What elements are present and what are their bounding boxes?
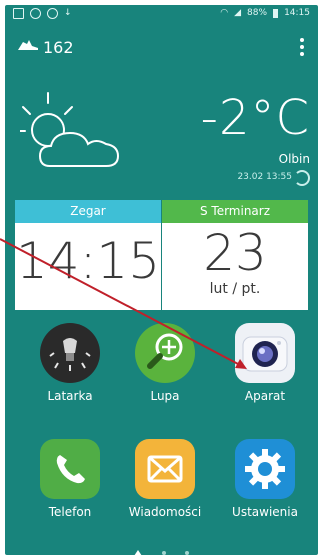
camera-icon bbox=[235, 323, 295, 383]
weather-city: Olbin bbox=[278, 152, 310, 166]
phone-home-screen: ↓ ◠ ◢ 88% 14:15 162 -2°C Olbin 23.02 13:… bbox=[5, 5, 318, 555]
app-label: Wiadomości bbox=[128, 505, 202, 519]
magnifier-icon bbox=[135, 323, 195, 383]
notification-icons: ↓ bbox=[13, 8, 72, 19]
shoe-icon[interactable] bbox=[17, 37, 39, 56]
page-indicator[interactable] bbox=[5, 542, 318, 555]
wifi-icon: ◠ bbox=[220, 8, 229, 18]
clock-widget[interactable]: Zegar 14:15 bbox=[15, 200, 161, 310]
clock-time: 14:15 bbox=[15, 232, 161, 290]
step-count[interactable]: 162 bbox=[43, 38, 74, 57]
download-notification-icon: ↓ bbox=[64, 8, 72, 18]
app-label: Ustawienia bbox=[232, 505, 298, 519]
settings-notification-icon bbox=[47, 8, 58, 19]
more-options-icon[interactable] bbox=[300, 38, 304, 56]
app-label: Aparat bbox=[244, 389, 286, 403]
app-latarka[interactable]: Latarka bbox=[30, 323, 110, 403]
clock-widget-title: Zegar bbox=[15, 200, 161, 223]
page-dot[interactable] bbox=[161, 550, 166, 555]
system-status: ◠ ◢ 88% 14:15 bbox=[220, 8, 310, 18]
page-dot[interactable] bbox=[184, 550, 189, 555]
home-page-indicator[interactable] bbox=[134, 549, 143, 555]
app-telefon[interactable]: Telefon bbox=[30, 439, 110, 519]
app-ustawienia[interactable]: Ustawienia bbox=[225, 439, 305, 519]
app-lupa[interactable]: Lupa bbox=[125, 323, 205, 403]
weather-updated: 23.02 13:55 bbox=[237, 172, 292, 182]
app-label: Lupa bbox=[150, 389, 180, 403]
battery-percent: 88% bbox=[247, 8, 268, 18]
flashlight-icon bbox=[40, 323, 100, 383]
status-bar: ↓ ◠ ◢ 88% 14:15 bbox=[5, 5, 318, 23]
app-aparat[interactable]: Aparat bbox=[225, 323, 305, 403]
gallery-notification-icon bbox=[13, 8, 24, 19]
calendar-widget-title: S Terminarz bbox=[162, 200, 308, 223]
settings-icon bbox=[235, 439, 295, 499]
app-wiadomosci[interactable]: Wiadomości bbox=[125, 439, 205, 519]
calendar-subtitle: lut / pt. bbox=[209, 281, 261, 297]
signal-icon: ◢ bbox=[234, 8, 242, 18]
weather-widget[interactable]: -2°C Olbin 23.02 13:55 bbox=[15, 80, 310, 190]
whatsapp-notification-icon bbox=[30, 8, 41, 19]
app-label: Telefon bbox=[48, 505, 92, 519]
message-icon bbox=[135, 439, 195, 499]
phone-icon bbox=[40, 439, 100, 499]
refresh-icon[interactable] bbox=[294, 170, 310, 186]
calendar-day: 23 bbox=[203, 224, 267, 282]
temperature: -2°C bbox=[200, 90, 310, 146]
battery-icon bbox=[273, 8, 279, 18]
calendar-widget[interactable]: S Terminarz 23 lut / pt. bbox=[162, 200, 308, 310]
top-bar: 162 bbox=[5, 33, 318, 63]
app-label: Latarka bbox=[47, 389, 93, 403]
status-time: 14:15 bbox=[284, 8, 310, 18]
partly-cloudy-icon bbox=[20, 92, 120, 167]
